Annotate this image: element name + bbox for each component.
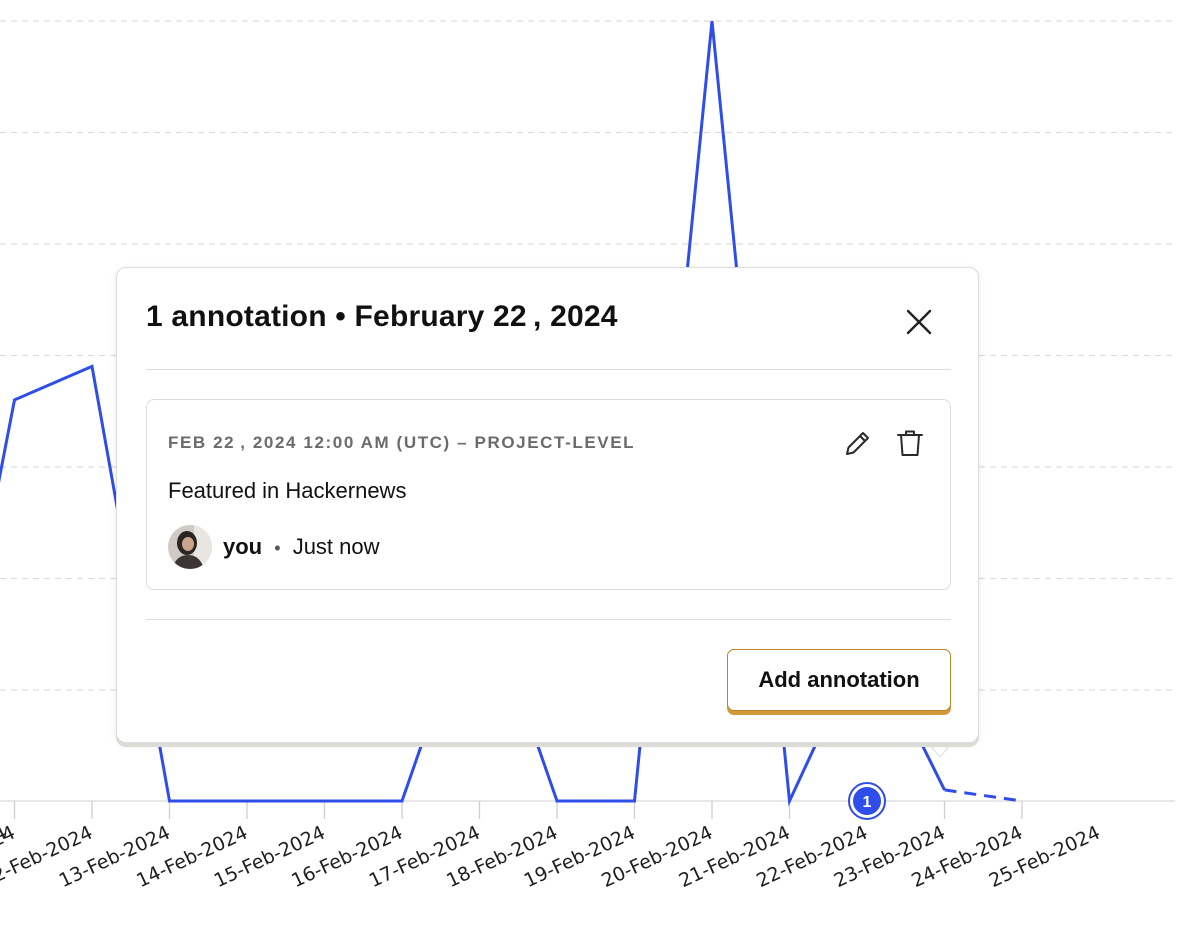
chart-annotation-markers[interactable]: 1 bbox=[848, 742, 954, 820]
user-photo-icon bbox=[168, 525, 212, 569]
header-divider bbox=[146, 369, 951, 370]
annotation-time: Just now bbox=[292, 534, 380, 559]
annotation-card: FEB 22 , 2024 12:00 AM (UTC) – PROJECT-L… bbox=[146, 399, 951, 590]
author-row: you • Just now bbox=[223, 534, 380, 560]
title-separator: • bbox=[335, 300, 346, 333]
popover-title: 1 annotation • February 22 , 2024 bbox=[146, 300, 618, 334]
pencil-icon bbox=[846, 432, 869, 455]
avatar bbox=[168, 525, 212, 569]
footer-divider bbox=[146, 619, 951, 620]
trash-icon bbox=[897, 430, 923, 456]
annotation-text: Featured in Hackernews bbox=[168, 478, 407, 503]
annotation-marker[interactable]: 1 bbox=[848, 782, 886, 820]
popover-caret bbox=[926, 742, 954, 758]
annotation-date-label: February 22 , 2024 bbox=[354, 300, 618, 333]
add-annotation-button[interactable]: Add annotation bbox=[727, 649, 951, 711]
annotation-meta: FEB 22 , 2024 12:00 AM (UTC) – PROJECT-L… bbox=[168, 433, 636, 452]
annotation-popover: 1 annotation • February 22 , 2024 FEB 22… bbox=[116, 267, 979, 743]
annotation-count-label: 1 annotation bbox=[146, 300, 327, 333]
edit-annotation-button[interactable] bbox=[841, 426, 875, 460]
close-icon bbox=[906, 309, 932, 335]
annotation-marker-count: 1 bbox=[863, 794, 872, 811]
close-button[interactable] bbox=[897, 300, 941, 344]
series-line-projected bbox=[944, 788, 1023, 803]
delete-annotation-button[interactable] bbox=[893, 426, 927, 460]
author-name: you bbox=[223, 534, 263, 559]
chart-x-axis: 24-Feb-202412-Feb-202413-Feb-202414-Feb-… bbox=[0, 800, 1175, 892]
author-separator: • bbox=[274, 538, 281, 558]
